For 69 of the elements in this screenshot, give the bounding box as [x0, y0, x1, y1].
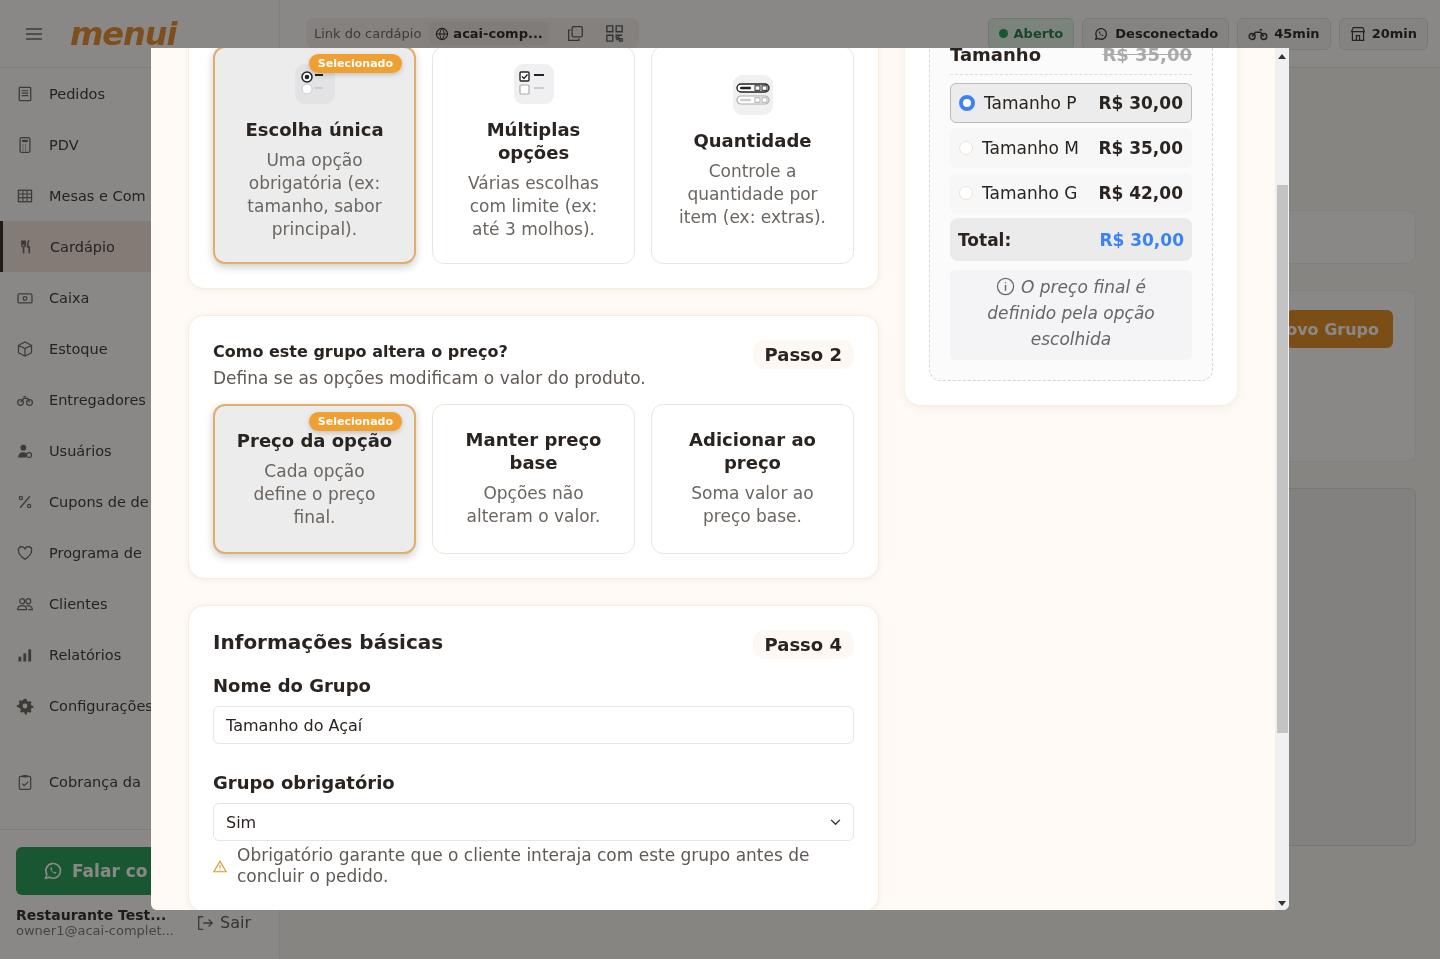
- option-card[interactable]: Selecionado Preço da opção Cada opção define o preço final.: [213, 404, 416, 554]
- logout-button[interactable]: Sair: [196, 913, 251, 932]
- heart-icon: [16, 543, 34, 562]
- selected-badge: Selecionado: [308, 412, 402, 431]
- option-title: Manter preço base: [464, 428, 603, 474]
- status-dot: [998, 29, 1008, 38]
- section-subtitle: Defina se as opções modificam o valor do produto.: [213, 368, 646, 388]
- option-title: Preço da opção: [236, 428, 393, 452]
- settings-icon: [16, 696, 34, 715]
- option-title: Múltiplas opções: [485, 117, 582, 164]
- whatsapp-icon: [1093, 25, 1110, 42]
- step-badge: Passo 2: [752, 340, 854, 369]
- restaurant-name: Restaurante Test...: [16, 907, 168, 923]
- logout-icon: [196, 913, 214, 932]
- option-title: Quantidade: [693, 129, 812, 152]
- option-title: Adicionar ao preço: [688, 428, 817, 474]
- receipt-icon: [16, 84, 34, 103]
- option-description: Controle a quantidade por item (ex: extras).: [678, 160, 827, 229]
- option-card[interactable]: Quantidade Controle a quantidade por item (ex: extras).: [651, 48, 854, 264]
- link-label: Link do cardápio: [314, 26, 422, 41]
- scrollbar[interactable]: [1275, 48, 1289, 910]
- info-icon: [996, 277, 1016, 296]
- required-select[interactable]: Sim: [213, 803, 854, 841]
- scroll-down-icon[interactable]: [1278, 901, 1286, 906]
- option-title: Escolha única: [245, 118, 384, 141]
- sidebar-item[interactable]: Clientes: [0, 578, 279, 629]
- calculator-icon: [16, 135, 34, 154]
- section-title: Informações básicas: [213, 630, 444, 654]
- chevron-down-icon: [830, 818, 841, 826]
- motorcycle-icon: [1248, 26, 1269, 41]
- menu-icon[interactable]: [26, 27, 42, 40]
- step-badge: Passo 4: [752, 630, 854, 659]
- sidebar-item[interactable]: Caixa: [0, 272, 279, 323]
- status-chip[interactable]: 45min: [1237, 17, 1331, 50]
- hint-text: Obrigatório garante que o cliente interaja com este grupo antes de concluir o pedido.: [237, 845, 811, 887]
- field-label: Nome do Grupo: [213, 675, 372, 696]
- option-card[interactable]: Múltiplas opções Várias escolhas com limite (ex: até 3 molhos).: [432, 48, 635, 264]
- option-description: Cada opção define o preço final.: [252, 459, 377, 529]
- scroll-up-icon[interactable]: [1278, 54, 1286, 59]
- logo: menui: [70, 14, 177, 53]
- link-value[interactable]: acai-comp...: [429, 22, 549, 45]
- status-chip[interactable]: 20min: [1338, 17, 1428, 50]
- selected-badge: Selecionado: [308, 54, 402, 73]
- preview-option[interactable]: Tamanho M R$ 35,00: [950, 128, 1192, 168]
- section-title: Como este grupo altera o preço?: [213, 342, 509, 362]
- checkbox-option-icon: [513, 63, 554, 104]
- box-icon: [16, 339, 34, 358]
- copy-icon[interactable]: [566, 25, 584, 42]
- option-card[interactable]: Manter preço base Opções não alteram o valor.: [432, 404, 635, 554]
- quantity-stepper-icon: [732, 75, 773, 115]
- warning-icon: [213, 859, 227, 873]
- option-description: Soma valor ao preço base.: [690, 482, 815, 528]
- qr-code-icon[interactable]: [605, 25, 623, 42]
- preview-option[interactable]: Tamanho P R$ 30,00: [950, 83, 1192, 123]
- option-description: Várias escolhas com limite (ex: até 3 molhos).: [467, 171, 600, 241]
- option-card[interactable]: Selecionado Escolha única Uma opção obrigatória (ex: tamanho, sabor principal).: [213, 48, 416, 264]
- option-card[interactable]: Adicionar ao preço Soma valor ao preço base.: [651, 404, 854, 554]
- whatsapp-icon: [42, 860, 64, 882]
- preview-option[interactable]: Tamanho G R$ 42,00: [950, 173, 1192, 213]
- store-icon: [1349, 25, 1366, 42]
- total-label: Total:: [958, 229, 1012, 250]
- price-note: O preço final é definido pela opção escolhida: [950, 270, 1192, 360]
- user-email: owner1@acai-complet...: [16, 923, 175, 938]
- field-label: Grupo obrigatório: [213, 772, 396, 793]
- option-description: Opções não alteram o valor.: [465, 482, 602, 528]
- clipboard-icon: [16, 772, 34, 791]
- globe-icon: [435, 26, 450, 41]
- group-name-field[interactable]: Tamanho do Açaí: [213, 706, 854, 744]
- total-value: R$ 30,00: [1099, 229, 1184, 250]
